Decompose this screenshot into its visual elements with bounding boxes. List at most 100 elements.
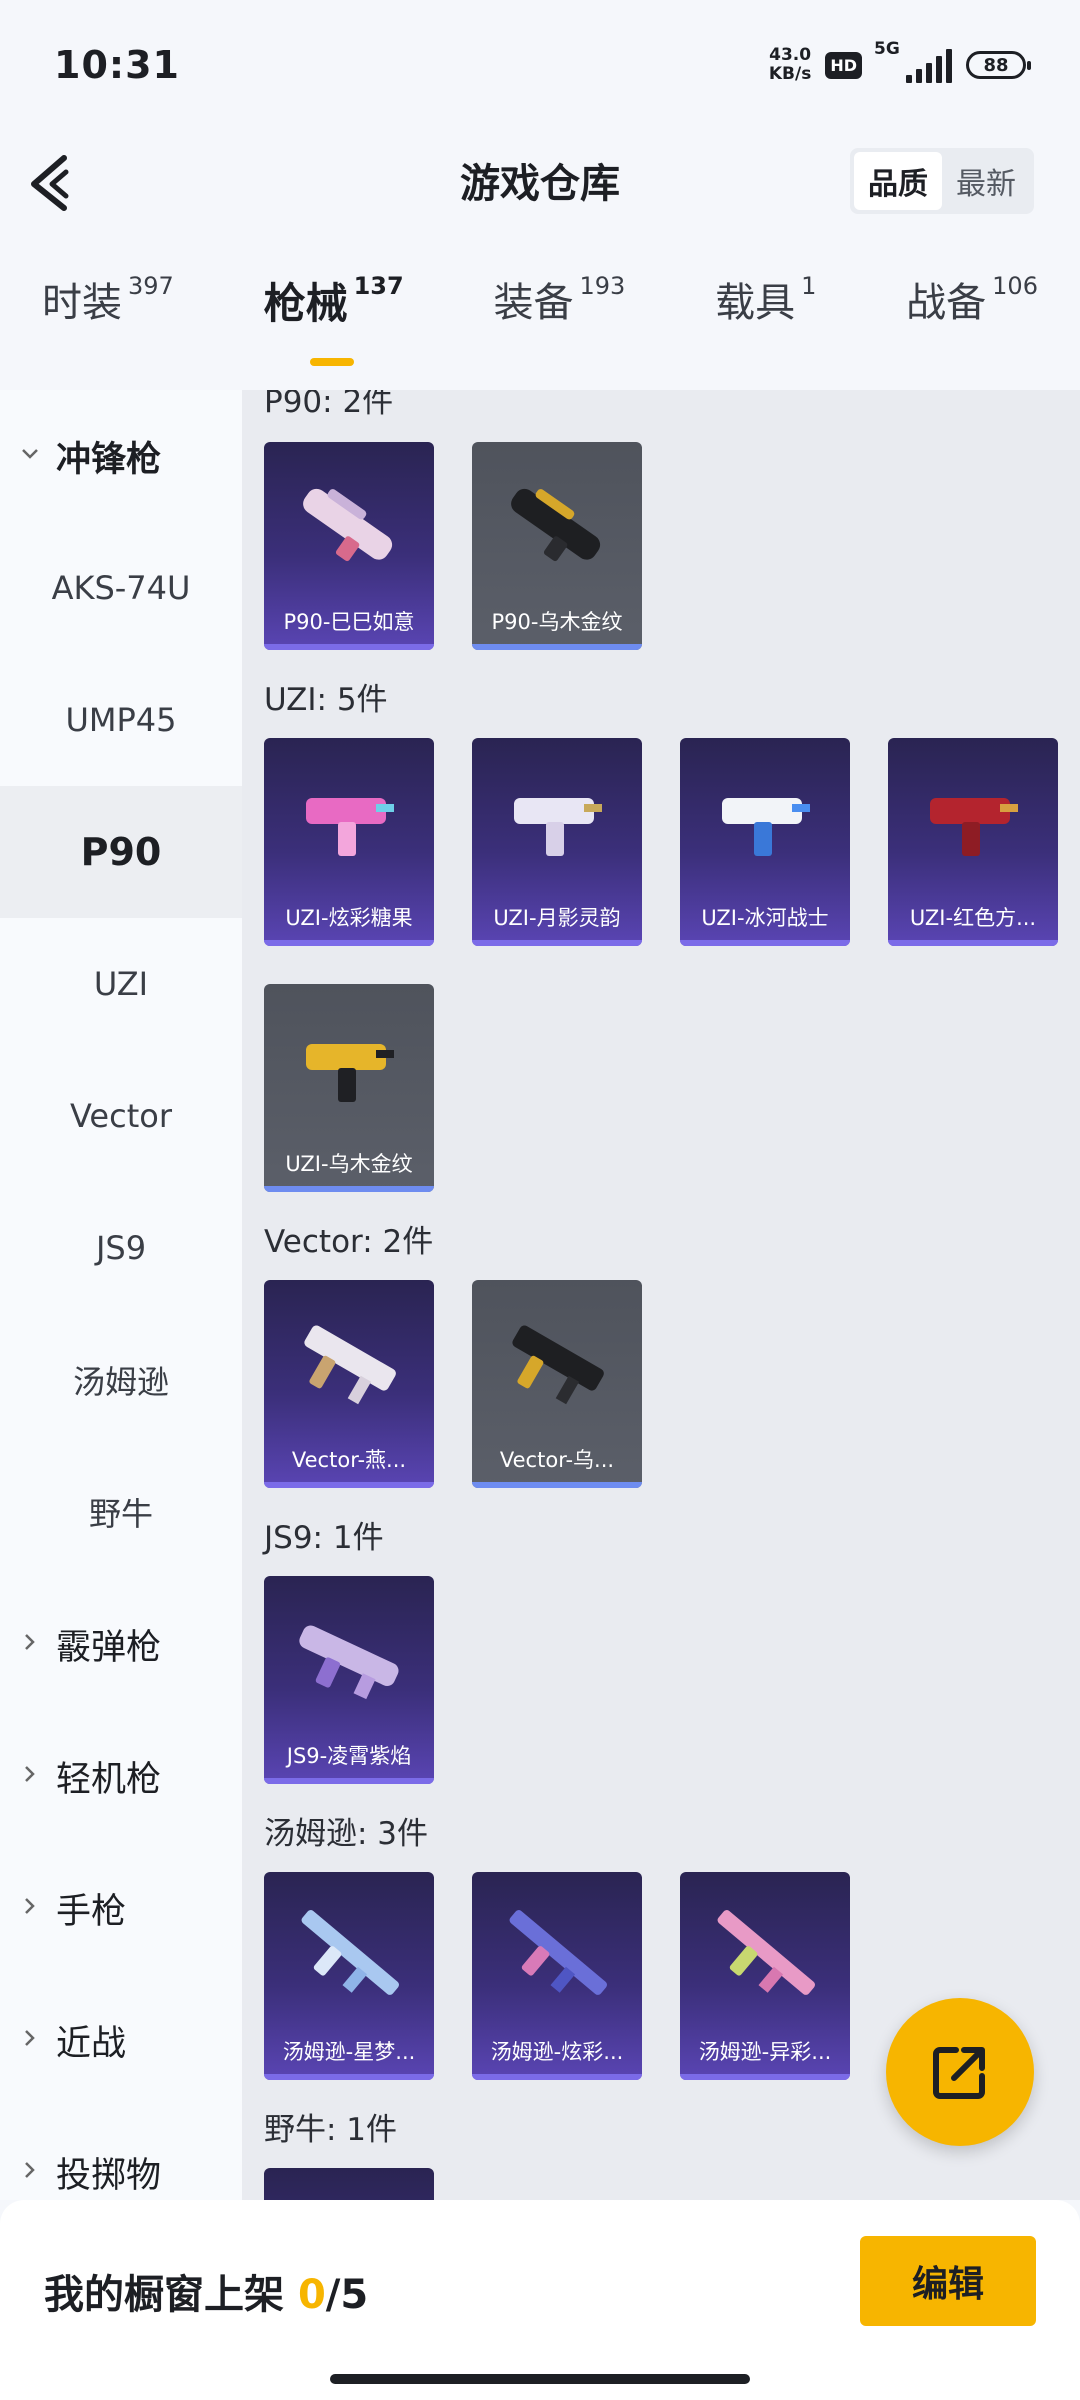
share-button[interactable] [886, 1998, 1034, 2146]
skin-card[interactable]: UZI-红色方... [888, 738, 1058, 946]
showcase-max-count: 5 [340, 2272, 369, 2318]
battery-level: 88 [983, 54, 1009, 76]
rarity-bar [680, 940, 850, 946]
sidebar-item-aks74u[interactable]: AKS-74U [0, 522, 242, 654]
sidebar-item-uzi[interactable]: UZI [0, 918, 242, 1050]
sidebar-item-label: 轻机枪 [56, 1759, 162, 1800]
rarity-bar [680, 2074, 850, 2080]
rarity-bar [472, 644, 642, 650]
skin-name: 汤姆逊-炫彩... [490, 2040, 624, 2064]
sidebar-item-label: UMP45 [65, 701, 177, 739]
skin-card[interactable]: UZI-炫彩糖果 [264, 738, 434, 946]
weapon-skin-icon [930, 798, 1018, 856]
showcase-status: 我的橱窗上架 0/5 [44, 2262, 368, 2320]
sort-quality-button[interactable]: 品质 [854, 152, 942, 210]
rarity-bar [264, 644, 434, 650]
tab-count: 193 [579, 272, 626, 300]
sidebar-item-label: UZI [93, 965, 149, 1003]
skin-card[interactable]: JS9-凌霄紫焰 [264, 1576, 434, 1784]
tab-equipment[interactable]: 装备 193 [494, 270, 626, 370]
sidebar-item-label: 霰弹枪 [56, 1627, 162, 1668]
hd-icon: HD [825, 51, 862, 79]
weapon-grid[interactable]: P90: 2件 P90-巳巳如意 P90-乌木金纹 UZI: 5件 UZI-炫彩… [242, 390, 1080, 2200]
back-button[interactable] [26, 152, 86, 212]
skin-name: UZI-冰河战士 [701, 906, 829, 930]
skin-card[interactable]: UZI-月影灵韵 [472, 738, 642, 946]
sidebar-group-smg[interactable]: 冲锋枪 [0, 390, 242, 522]
rarity-bar [264, 1778, 434, 1784]
tab-count: 137 [353, 272, 404, 300]
skin-name: Vector-燕... [291, 1448, 407, 1472]
home-indicator[interactable] [330, 2374, 750, 2384]
rarity-bar [264, 1482, 434, 1488]
showcase-bar: 我的橱窗上架 0/5 编辑 [0, 2200, 1080, 2400]
tab-label: 装备 [493, 280, 574, 326]
tab-combat-supplies[interactable]: 战备 106 [906, 270, 1038, 370]
section-title: 汤姆逊: 3件 [264, 1816, 429, 1852]
skin-card[interactable]: Vector-乌... [472, 1280, 642, 1488]
rarity-bar [472, 1482, 642, 1488]
sidebar-item-label: 汤姆逊 [72, 1363, 169, 1401]
tab-count: 106 [992, 272, 1038, 300]
section-title: UZI: 5件 [264, 682, 388, 718]
sidebar-group-throwables[interactable]: 投掷物 [0, 2106, 242, 2200]
sidebar-item-js9[interactable]: JS9 [0, 1182, 242, 1314]
showcase-label: 我的橱窗上架 [44, 2272, 284, 2318]
skin-card[interactable] [264, 2168, 434, 2200]
weapon-skin-icon [306, 1044, 394, 1102]
rarity-bar [472, 940, 642, 946]
rarity-bar [472, 2074, 642, 2080]
sidebar-group-melee[interactable]: 近战 [0, 1974, 242, 2106]
section-title: P90: 2件 [264, 390, 394, 420]
page-title: 游戏仓库 [460, 161, 620, 207]
status-time: 10:31 [54, 43, 180, 87]
skin-card[interactable]: UZI-乌木金纹 [264, 984, 434, 1192]
page-header: 游戏仓库 品质 最新 [0, 130, 1080, 230]
tab-firearms[interactable]: 枪械 137 [264, 270, 404, 370]
category-tabs: 时装 397 枪械 137 装备 193 载具 1 战备 106 [0, 270, 1080, 380]
sort-newest-button[interactable]: 最新 [942, 152, 1030, 210]
share-icon [933, 2047, 985, 2099]
status-bar: 10:31 43.0 KB/s HD 5G 88 [0, 0, 1080, 130]
sidebar-group-shotgun[interactable]: 霰弹枪 [0, 1578, 242, 1710]
skin-card[interactable]: 汤姆逊-星梦... [264, 1872, 434, 2080]
skin-card[interactable]: 汤姆逊-异彩... [680, 1872, 850, 2080]
section-title: 野牛: 1件 [264, 2112, 398, 2148]
skin-card[interactable]: Vector-燕... [264, 1280, 434, 1488]
network-type: 5G [874, 39, 900, 59]
tab-outfits[interactable]: 时装 397 [42, 270, 174, 370]
sidebar-item-ump45[interactable]: UMP45 [0, 654, 242, 786]
showcase-current-count: 0 [297, 2272, 326, 2318]
skin-name: 汤姆逊-星梦... [282, 2040, 416, 2064]
sidebar-item-label: 冲锋枪 [56, 439, 162, 480]
sidebar-item-bison[interactable]: 野牛 [0, 1446, 242, 1578]
rarity-bar [264, 2074, 434, 2080]
skin-name: P90-巳巳如意 [283, 610, 415, 634]
sidebar-item-label: P90 [80, 830, 162, 874]
weapon-skin-icon [512, 1325, 604, 1405]
tab-count: 397 [128, 272, 174, 300]
tab-label: 战备 [906, 280, 987, 326]
skin-name: Vector-乌... [499, 1448, 615, 1472]
tab-vehicles[interactable]: 载具 1 [715, 270, 816, 370]
weapon-skin-icon [299, 1625, 399, 1700]
sidebar-item-p90[interactable]: P90 [0, 786, 242, 918]
sidebar-item-label: JS9 [95, 1229, 147, 1267]
sidebar-item-vector[interactable]: Vector [0, 1050, 242, 1182]
sidebar-group-pistol[interactable]: 手枪 [0, 1842, 242, 1974]
edit-button[interactable]: 编辑 [860, 2236, 1036, 2326]
battery-icon: 88 [966, 51, 1031, 79]
network-speed-value: 43.0 [769, 45, 812, 65]
chevron-right-icon [25, 1898, 35, 1914]
skin-card[interactable]: P90-巳巳如意 [264, 442, 434, 650]
skin-name: JS9-凌霄紫焰 [286, 1744, 412, 1768]
sidebar-group-lmg[interactable]: 轻机枪 [0, 1710, 242, 1842]
skin-card[interactable]: 汤姆逊-炫彩... [472, 1872, 642, 2080]
weapon-skin-icon [514, 798, 602, 856]
skin-card[interactable]: P90-乌木金纹 [472, 442, 642, 650]
weapon-skin-icon [304, 1325, 396, 1405]
weapon-skin-icon [722, 798, 810, 856]
section-title: JS9: 1件 [264, 1520, 384, 1556]
skin-card[interactable]: UZI-冰河战士 [680, 738, 850, 946]
sidebar-item-thompson[interactable]: 汤姆逊 [0, 1314, 242, 1446]
